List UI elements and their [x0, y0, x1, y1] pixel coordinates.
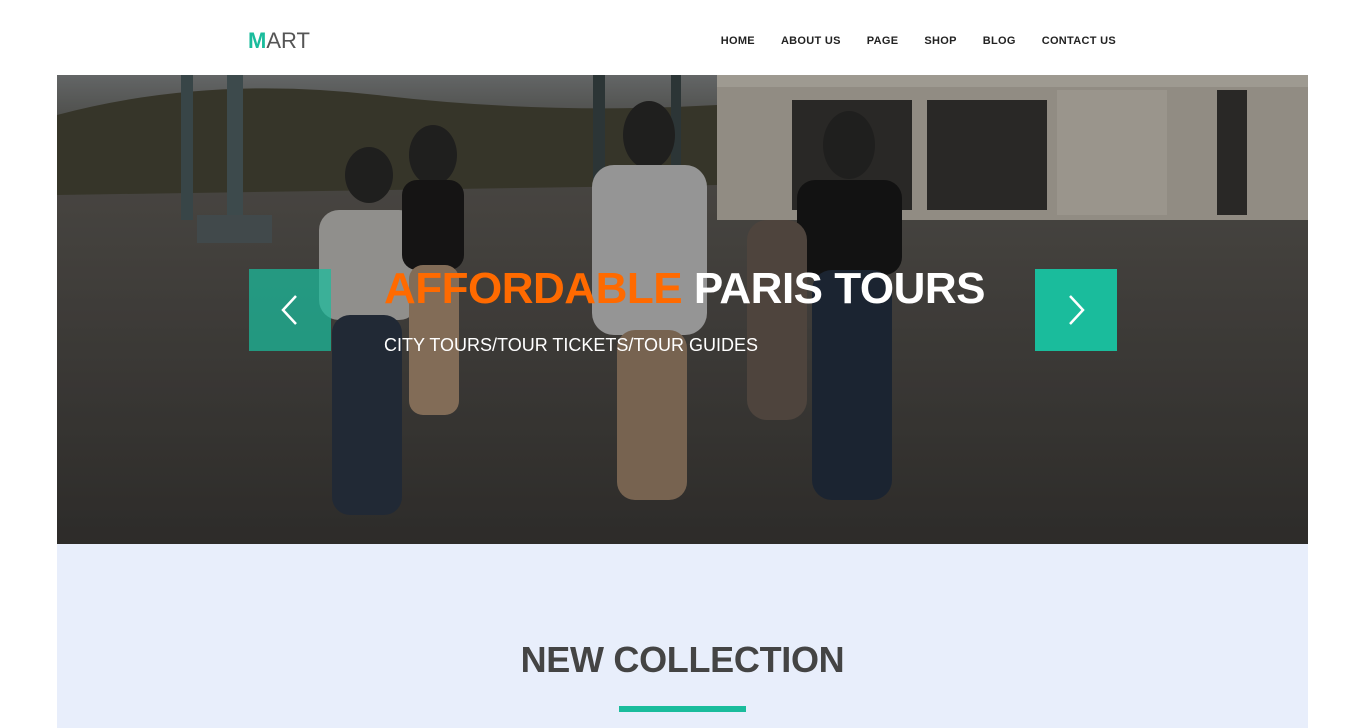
slider-next-button[interactable] — [1035, 269, 1117, 351]
site-header: MART HOME ABOUT US PAGE SHOP BLOG CONTAC… — [0, 0, 1360, 75]
nav-blog[interactable]: BLOG — [983, 35, 1016, 47]
hero-subtitle: CITY TOURS/TOUR TICKETS/TOUR GUIDES — [384, 335, 759, 355]
hero-title-accent: AFFORDABLE — [384, 264, 683, 313]
new-collection-section: NEW COLLECTION — [57, 544, 1308, 728]
title-underline — [619, 706, 746, 712]
hero-title-rest: PARIS TOURS — [693, 264, 986, 313]
nav-contact-us[interactable]: CONTACT US — [1042, 35, 1116, 47]
site-logo[interactable]: MART — [248, 28, 310, 54]
nav-about-us[interactable]: ABOUT US — [781, 35, 841, 47]
section-title: NEW COLLECTION — [520, 639, 845, 680]
chevron-left-icon — [281, 295, 297, 325]
logo-accent-letter: M — [248, 28, 267, 53]
chevron-right-icon — [1069, 295, 1085, 325]
main-nav: HOME ABOUT US PAGE SHOP BLOG CONTACT US — [695, 35, 1116, 47]
logo-text: ART — [266, 28, 310, 53]
slider-prev-button[interactable] — [249, 269, 331, 351]
hero-title: AFFORDABLE PARIS TOURS — [384, 263, 985, 315]
nav-home[interactable]: HOME — [721, 35, 755, 47]
nav-shop[interactable]: SHOP — [924, 35, 956, 47]
hero-slider: AFFORDABLE PARIS TOURS CITY TOURS/TOUR T… — [57, 75, 1308, 544]
nav-page[interactable]: PAGE — [867, 35, 899, 47]
